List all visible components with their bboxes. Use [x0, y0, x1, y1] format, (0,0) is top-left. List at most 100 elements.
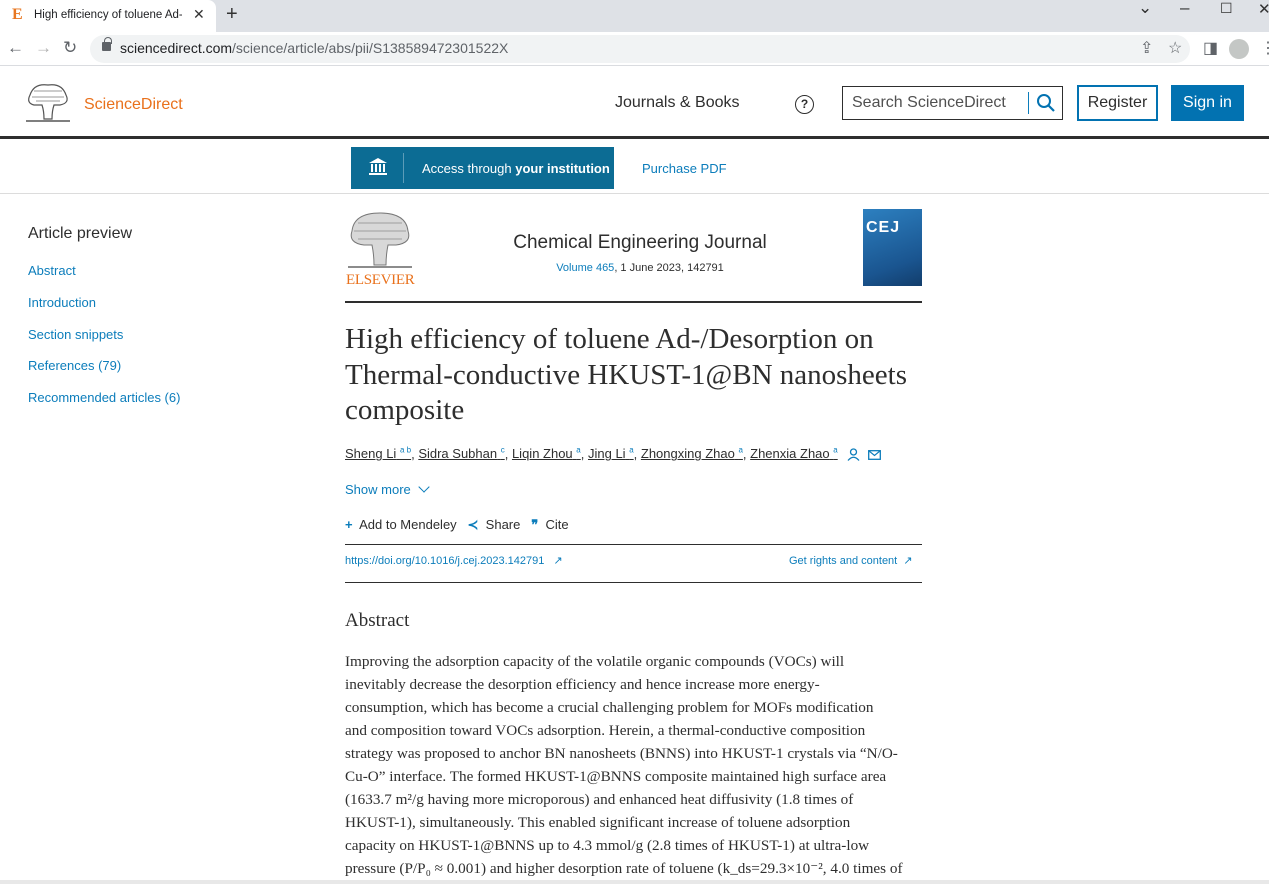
rights-text: Get rights and content: [789, 555, 898, 567]
journals-books-link[interactable]: Journals & Books: [615, 94, 740, 112]
author-link[interactable]: Liqin Zhou a: [512, 446, 581, 461]
share-button[interactable]: ≺ Share: [468, 517, 521, 532]
author-name: Liqin Zhou: [511, 446, 573, 462]
abstract-line: pressure (P/P₀ ≈ 0.001) and higher desor…: [345, 860, 903, 877]
journal-cover-title: CEJ: [866, 219, 901, 236]
email-icon[interactable]: [868, 450, 881, 460]
access-bar: [0, 140, 1269, 194]
author-name: Sheng Li: [345, 446, 397, 462]
elsevier-favicon-icon: E: [12, 6, 23, 23]
journal-name-link[interactable]: Chemical Engineering Journal: [425, 232, 855, 254]
reload-icon[interactable]: ↻: [63, 38, 77, 58]
abstract-line: Improving the adsorption capacity of the…: [345, 653, 845, 670]
author-link[interactable]: Jing Li a: [588, 446, 634, 461]
tab-title[interactable]: High efficiency of toluene Ad-/Desorptio…: [34, 9, 182, 21]
search-placeholder: Search ScienceDirect: [852, 94, 1006, 111]
search-icon[interactable]: [1036, 93, 1056, 113]
sidebar-item-recommended[interactable]: Recommended articles (6): [28, 390, 180, 405]
divider: [345, 544, 922, 545]
help-icon[interactable]: ?: [795, 95, 814, 114]
affiliation-sup: a b: [399, 446, 412, 455]
doi-text: https://doi.org/10.1016/j.cej.2023.14279…: [345, 555, 545, 567]
title-line: composite: [345, 394, 465, 426]
volume-date: , 1 June 2023, 142791: [614, 262, 724, 274]
page-bottom-edge: [0, 880, 1269, 884]
signin-button[interactable]: Sign in: [1171, 85, 1244, 121]
cite-button[interactable]: ❞ Cite: [531, 517, 568, 532]
sciencedirect-logo[interactable]: ScienceDirect: [84, 96, 183, 114]
mendeley-label: Add to Mendeley: [359, 517, 457, 532]
elsevier-tree-icon[interactable]: [24, 81, 72, 125]
article-preview-heading: Article preview: [28, 225, 133, 242]
author-name: Zhongxing Zhao: [640, 446, 735, 462]
elsevier-logo-icon[interactable]: [346, 209, 414, 271]
author-name: Jing Li: [587, 446, 626, 462]
sidebar-item-introduction[interactable]: Introduction: [28, 295, 96, 310]
divider: [345, 301, 922, 303]
share-label: Share: [485, 517, 521, 532]
institution-icon: [369, 158, 387, 175]
back-icon[interactable]: ←: [7, 38, 24, 58]
access-label[interactable]: Access through your institution: [422, 161, 610, 176]
abstract-line: consumption, which has become a crucial …: [345, 699, 874, 716]
chevron-down-icon: [418, 481, 431, 493]
divider: [345, 582, 922, 583]
quote-icon: ❞: [531, 517, 539, 532]
access-bold: your institution: [515, 161, 610, 176]
author-name: Zhenxia Zhao: [750, 446, 830, 462]
maximize-icon[interactable]: ☐: [1220, 0, 1233, 17]
doi-link[interactable]: https://doi.org/10.1016/j.cej.2023.14279…: [345, 554, 563, 567]
share-icon: ≺: [467, 517, 479, 532]
forward-icon[interactable]: →: [35, 38, 52, 58]
access-divider: [403, 153, 404, 183]
cite-label: Cite: [545, 517, 569, 532]
volume-link[interactable]: Volume 465: [556, 262, 614, 274]
rights-link[interactable]: Get rights and content ↗: [789, 554, 913, 567]
sidebar-item-references[interactable]: References (79): [28, 358, 121, 373]
author-list: Sheng Li a b, Sidra Subhan c, Liqin Zhou…: [345, 446, 838, 462]
article-title: High efficiency of toluene Ad-/Desorptio…: [345, 322, 935, 429]
author-name: Sidra Subhan: [418, 446, 498, 462]
show-more-label: Show more: [345, 482, 411, 497]
abstract-heading: Abstract: [345, 610, 410, 631]
elsevier-wordmark: ELSEVIER: [346, 272, 415, 288]
close-tab-icon[interactable]: ✕: [193, 6, 205, 23]
affiliation-sup: a: [833, 446, 838, 455]
author-link[interactable]: Sidra Subhan c: [418, 446, 504, 461]
close-window-icon[interactable]: ✕: [1258, 0, 1269, 18]
bookmark-star-icon[interactable]: ☆: [1168, 38, 1182, 58]
minimize-icon[interactable]: –: [1180, 0, 1189, 18]
register-button[interactable]: Register: [1077, 85, 1158, 121]
menu-icon[interactable]: ⋮: [1260, 38, 1269, 58]
affiliation-sup: a: [576, 446, 581, 455]
abstract-line: and composition toward VOCs adsorption. …: [345, 722, 866, 739]
access-prefix: Access through: [422, 161, 516, 176]
abstract-line: inevitably decrease the desorption effic…: [345, 676, 820, 693]
external-link-icon: ↗: [903, 555, 913, 567]
external-link-icon: ↗: [553, 555, 563, 567]
url-host: sciencedirect.com: [120, 40, 233, 56]
title-line: Thermal-conductive HKUST-1@BN nanosheets: [345, 358, 908, 391]
new-tab-icon[interactable]: +: [226, 3, 238, 26]
show-more-button[interactable]: Show more: [345, 481, 431, 497]
lock-icon[interactable]: [102, 37, 112, 51]
affiliation-sup: c: [500, 446, 505, 455]
article-actions: + Add to Mendeley ≺ Share ❞ Cite: [345, 517, 569, 533]
affiliation-sup: a: [629, 446, 634, 455]
url-text[interactable]: sciencedirect.com/science/article/abs/pi…: [120, 40, 508, 56]
abstract-line: strategy was proposed to anchor BN nanos…: [345, 745, 898, 762]
url-path: /science/article/abs/pii/S13858947230152…: [232, 40, 509, 56]
author-link[interactable]: Zhongxing Zhao a: [641, 446, 743, 461]
person-icon[interactable]: [847, 448, 860, 461]
author-link[interactable]: Sheng Li a b: [345, 446, 411, 461]
side-panel-icon[interactable]: ◨: [1203, 38, 1218, 58]
tab-search-icon[interactable]: ⌄: [1138, 0, 1152, 18]
sidebar-item-section-snippets[interactable]: Section snippets: [28, 327, 123, 342]
purchase-pdf-link[interactable]: Purchase PDF: [642, 161, 727, 176]
share-page-icon[interactable]: ⇪: [1140, 38, 1153, 58]
title-line: High efficiency of toluene Ad-/Desorptio…: [345, 323, 874, 355]
sidebar-item-abstract[interactable]: Abstract: [28, 263, 76, 278]
profile-avatar[interactable]: [1229, 39, 1249, 59]
add-mendeley-button[interactable]: + Add to Mendeley: [345, 517, 457, 532]
author-link[interactable]: Zhenxia Zhao a: [750, 446, 838, 461]
